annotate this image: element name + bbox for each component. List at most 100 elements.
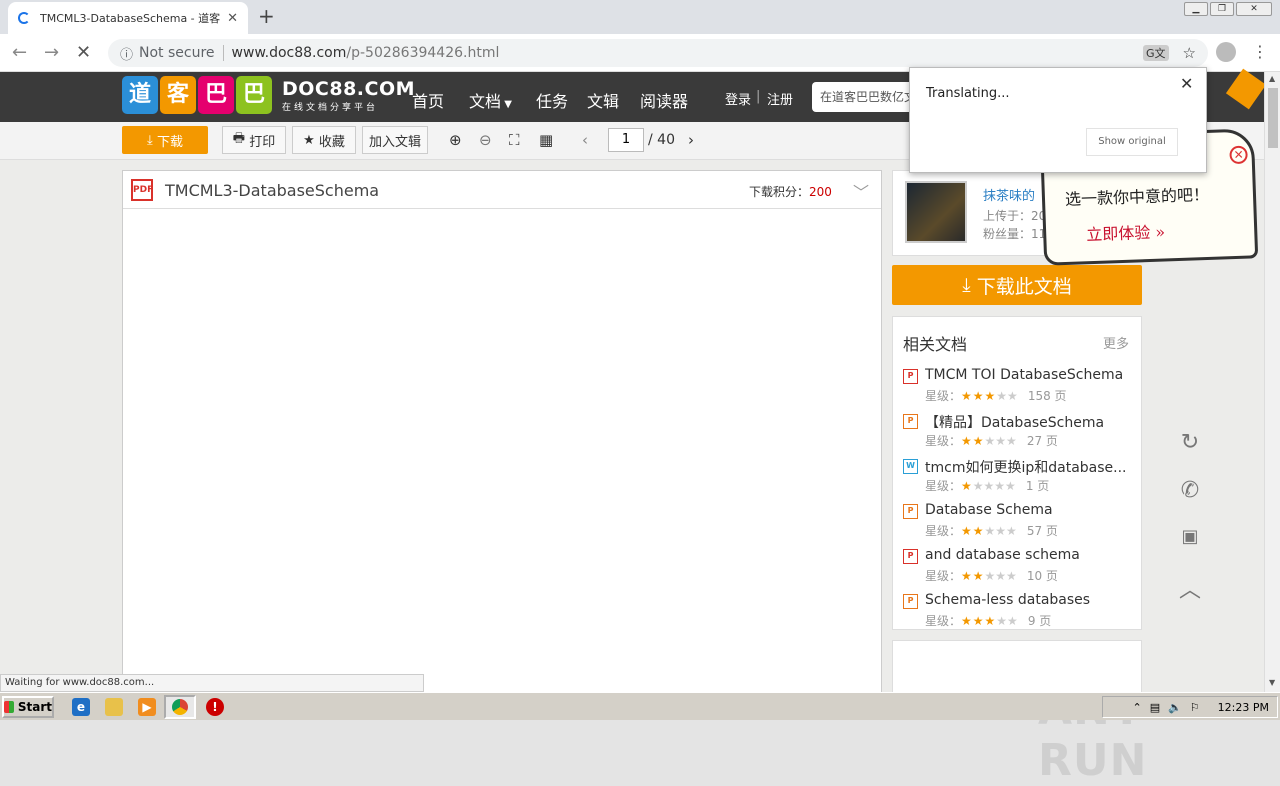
rating-stars-icon: ★★ [961,524,985,538]
back-icon[interactable]: ← [12,42,27,63]
related-item-title[interactable]: 【精品】DatabaseSchema [925,412,1133,432]
rating-label: 星级： [925,389,962,403]
volume-icon[interactable]: 🔈 [1168,701,1182,714]
tab-close-icon[interactable]: ✕ [227,11,238,26]
info-icon[interactable]: ⓘ [120,44,133,63]
chrome-taskbar-button[interactable] [164,695,196,719]
document-title: TMCML3-DatabaseSchema [165,181,380,200]
nav-collections[interactable]: 文辑 [587,88,619,112]
vertical-scrollbar[interactable]: ▲ ▼ [1264,72,1280,692]
forward-icon[interactable]: → [44,42,59,63]
close-window-button[interactable]: ✕ [1236,2,1272,16]
promo-line-1: 选一款你中意的吧！ [1064,184,1210,209]
chevron-down-icon[interactable]: ﹀ [853,179,869,203]
folder-icon[interactable] [105,698,123,716]
stop-loading-icon[interactable]: ✕ [76,42,91,63]
nav-home[interactable]: 首页 [412,88,444,112]
site-logo[interactable]: 道 客 巴 巴 DOC88.COM 在线文档分享平台 [122,76,415,114]
back-to-top-icon[interactable]: ︿ [1174,572,1206,604]
document-viewer[interactable]: PDF TMCML3-DatabaseSchema 下载积分：200 ﹀ [122,170,882,700]
scroll-thumb[interactable] [1268,88,1278,148]
media-player-icon[interactable]: ▶ [138,698,156,716]
new-tab-button[interactable]: + [258,4,275,28]
related-item-pages: 10 页 [1026,569,1058,583]
rating-empty-stars-icon: ★★★ [984,524,1017,538]
points-label: 下载积分： [749,185,810,199]
print-button[interactable]: 🖶 打印 [222,126,286,154]
login-divider: | [756,89,761,104]
wechat-icon[interactable]: ✆ [1174,478,1206,503]
grid-view-icon[interactable]: ▦ [539,131,553,149]
rating-empty-stars-icon: ★★★★ [972,479,1016,493]
zoom-in-icon[interactable]: ⊕ [449,131,462,149]
related-item-title[interactable]: and database schema [925,547,1133,563]
related-item-title[interactable]: Database Schema [925,502,1133,518]
pdf-icon: PDF [131,179,153,201]
app-icon[interactable]: ▣ [1174,526,1206,547]
uploader-avatar[interactable] [905,181,967,243]
register-link[interactable]: 注册 [767,89,793,108]
prev-page-icon[interactable]: ‹ [582,131,588,149]
related-item-meta: 星级：★★★★★ 10 页 [925,567,1058,584]
rating-empty-stars-icon: ★★★ [984,434,1017,448]
logo-tagline: 在线文档分享平台 [282,102,379,113]
feedback-icon[interactable]: ↻ [1174,430,1206,455]
related-item[interactable]: P 【精品】DatabaseSchema 星级：★★★★★ 27 页 [903,412,1133,457]
fullscreen-icon[interactable]: ⛶ [509,131,520,149]
rating-stars-icon: ★★★ [961,389,997,403]
minimize-button[interactable]: ▁ [1184,2,1208,16]
tray-arrow-icon[interactable]: ⌃ [1132,701,1141,714]
translate-status: Translating... [926,86,1010,101]
next-page-icon[interactable]: › [688,131,694,149]
nav-reader[interactable]: 阅读器 [640,88,688,112]
promo-cta[interactable]: 立即体验 » [1086,218,1166,245]
related-more-link[interactable]: 更多 [1103,333,1129,352]
ie-icon[interactable]: e [72,698,90,716]
start-label: Start [17,700,52,714]
network-icon[interactable]: ▤ [1150,701,1160,714]
related-item-title[interactable]: TMCM TOI DatabaseSchema [925,367,1133,383]
restore-button[interactable]: ❐ [1210,2,1234,16]
login-link[interactable]: 登录 [725,89,751,108]
points-value: 200 [809,185,832,199]
translate-icon[interactable]: G文 [1143,45,1169,61]
favorite-button[interactable]: ★ 收藏 [292,126,356,154]
site-search-input[interactable]: 在道客巴巴数亿文 [812,82,912,112]
related-item[interactable]: Pand database schema 星级：★★★★★ 10 页 [903,547,1133,592]
flag-icon[interactable]: ⚐ [1190,701,1200,714]
zoom-out-icon[interactable]: ⊖ [479,131,492,149]
logo-text: DOC88.COM 在线文档分享平台 [282,78,415,113]
show-original-button[interactable]: Show original [1086,128,1178,156]
bookmark-star-icon[interactable]: ☆ [1183,44,1196,62]
browser-tab[interactable]: TMCML3-DatabaseSchema - 道客巴巴 ✕ [8,2,248,34]
address-bar[interactable]: ⓘ Not secure www.doc88.com /p-5028639442… [108,39,1208,67]
related-item-meta: 星级：★★★★★ 27 页 [925,432,1058,449]
nav-documents[interactable]: 文档 ▼ [469,88,512,112]
opera-icon[interactable]: ! [206,698,224,716]
related-item[interactable]: Wtmcm如何更换ip和database... 星级：★★★★★ 1 页 [903,457,1133,502]
download-button[interactable]: ⤓ 下载 [122,126,208,154]
scroll-up-icon[interactable]: ▲ [1269,74,1275,83]
page-number-input[interactable]: 1 [608,128,644,152]
start-button[interactable]: Start [2,696,54,718]
add-collection-button[interactable]: 加入文辑 [362,126,428,154]
related-item-title[interactable]: Schema-less databases [925,592,1133,608]
related-item[interactable]: P Schema-less databases 星级：★★★★★ 9 页 [903,592,1133,637]
nav-tasks[interactable]: 任务 [536,88,568,112]
pdf-file-icon: P [903,369,918,384]
security-label: Not secure [139,45,215,61]
related-item[interactable]: P TMCM TOI DatabaseSchema 星级：★★★★★ 158 页 [903,367,1133,412]
translate-close-icon[interactable]: ✕ [1180,74,1193,93]
clock[interactable]: 12:23 PM [1218,701,1269,714]
promo-close-icon[interactable]: ✕ [1229,145,1248,165]
logo-char-3: 巴 [198,76,234,114]
related-item-meta: 星级：★★★★★ 9 页 [925,612,1051,629]
uploader-name[interactable]: 抹茶味的 [983,185,1035,204]
rating-label: 星级： [925,479,962,493]
menu-kebab-icon[interactable]: ⋮ [1252,42,1268,61]
download-document-button[interactable]: ⤓ 下载此文档 [892,265,1142,305]
scroll-down-icon[interactable]: ▼ [1269,678,1275,687]
related-item[interactable]: P Database Schema 星级：★★★★★ 57 页 [903,502,1133,547]
profile-avatar-icon[interactable] [1216,42,1236,62]
related-item-title[interactable]: tmcm如何更换ip和database... [925,457,1133,477]
